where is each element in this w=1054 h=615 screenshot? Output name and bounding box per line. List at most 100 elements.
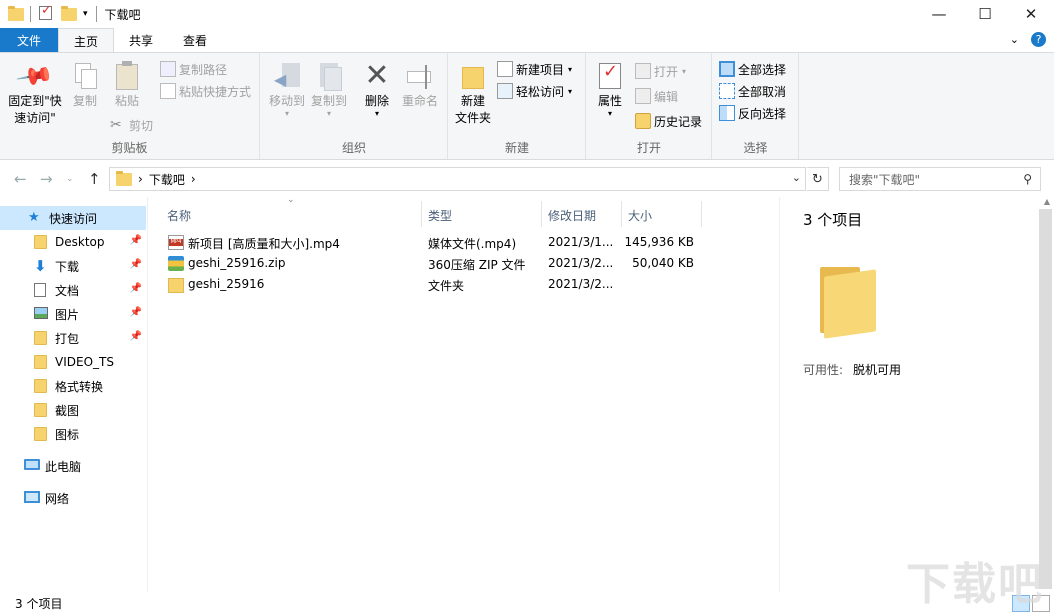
- breadcrumb[interactable]: 下载吧: [149, 171, 185, 188]
- tab-home[interactable]: 主页: [58, 28, 115, 53]
- scrollbar-thumb[interactable]: [1039, 209, 1052, 589]
- select-all-button[interactable]: 全部选择: [719, 58, 786, 80]
- search-input[interactable]: 搜索"下载吧" ⚲: [839, 167, 1041, 191]
- network-icon: [24, 491, 40, 505]
- copy-path-label: 复制路径: [179, 62, 228, 77]
- move-to-button[interactable]: ◀ 移动到 ▾: [267, 57, 307, 118]
- column-header-name[interactable]: 名称: [167, 205, 191, 225]
- file-name: geshi_25916: [188, 277, 265, 291]
- up-arrow-icon[interactable]: ↑: [88, 170, 101, 188]
- select-none-button[interactable]: 全部取消: [719, 80, 786, 102]
- delete-button[interactable]: ✕ 删除 ▾: [361, 57, 393, 118]
- organize-group: ◀ 移动到 ▾ 复制到 ▾ ✕ 删除 ▾ 重命名 组织: [261, 53, 448, 159]
- nav-this-pc[interactable]: 此电脑: [0, 454, 146, 478]
- back-arrow-icon[interactable]: ←: [14, 170, 27, 188]
- breadcrumb-separator-icon[interactable]: ›: [191, 172, 196, 186]
- breadcrumb-separator-icon[interactable]: ›: [138, 172, 143, 186]
- select-none-label: 全部取消: [738, 84, 787, 99]
- nav-item-folder[interactable]: 打包 📌: [0, 326, 146, 350]
- paste-shortcut-button[interactable]: 粘贴快捷方式: [160, 80, 251, 102]
- pin-quick-access-button[interactable]: 📌 固定到"快 速访问": [6, 56, 64, 127]
- new-group-label: 新建: [504, 141, 529, 155]
- pin-icon[interactable]: 📌: [130, 283, 142, 294]
- select-none-icon: [719, 83, 735, 99]
- tab-file[interactable]: 文件: [0, 28, 59, 52]
- nav-network[interactable]: 网络: [0, 486, 146, 510]
- picture-icon: [34, 307, 50, 321]
- new-folder-button[interactable]: 新建 文件夹: [453, 57, 493, 127]
- collapse-ribbon-icon[interactable]: ⌄: [1010, 33, 1019, 46]
- forward-arrow-icon[interactable]: →: [40, 170, 53, 188]
- cut-button[interactable]: ✂ 剪切: [110, 114, 153, 136]
- delete-x-icon: ✕: [364, 58, 390, 93]
- paste-button[interactable]: 粘贴: [108, 57, 146, 110]
- easy-access-button[interactable]: 轻松访问 ▾: [497, 80, 572, 102]
- pin-icon[interactable]: 📌: [130, 331, 142, 342]
- pin-icon[interactable]: 📌: [130, 259, 142, 270]
- nav-item-folder[interactable]: 截图: [0, 398, 146, 422]
- edit-button[interactable]: 编辑: [635, 85, 678, 107]
- properties-button[interactable]: ✓ 属性 ▾: [593, 57, 627, 118]
- address-bar[interactable]: › 下载吧 › ⌄: [109, 167, 806, 191]
- rename-button[interactable]: 重命名: [399, 57, 441, 110]
- column-divider[interactable]: [621, 201, 622, 227]
- column-divider[interactable]: [541, 201, 542, 227]
- minimize-button[interactable]: —: [916, 0, 962, 28]
- copy-button[interactable]: 复制: [68, 57, 102, 110]
- scrollbar[interactable]: ▲: [1037, 197, 1054, 592]
- nav-item-folder[interactable]: VIDEO_TS: [0, 350, 146, 374]
- tab-view[interactable]: 查看: [168, 28, 222, 52]
- paste-label: 粘贴: [114, 94, 139, 108]
- copy-to-button[interactable]: 复制到 ▾: [309, 57, 349, 118]
- invert-selection-button[interactable]: 反向选择: [719, 102, 786, 124]
- details-view-button[interactable]: [1012, 595, 1030, 612]
- large-icons-view-button[interactable]: [1032, 595, 1050, 612]
- nav-item-folder[interactable]: 格式转换: [0, 374, 146, 398]
- nav-item-label: VIDEO_TS: [55, 355, 114, 369]
- pin-icon[interactable]: 📌: [130, 235, 142, 246]
- help-icon[interactable]: ?: [1031, 32, 1046, 47]
- history-button[interactable]: 历史记录: [635, 110, 702, 132]
- delete-label: 删除: [364, 94, 389, 108]
- refresh-button[interactable]: ↻: [807, 167, 829, 191]
- table-row[interactable]: geshi_25916.zip 360压缩 ZIP 文件 2021/3/2...…: [164, 253, 704, 274]
- paste-shortcut-label: 粘贴快捷方式: [179, 84, 252, 99]
- column-header-type[interactable]: 类型: [428, 205, 452, 225]
- address-history-dropdown-icon[interactable]: ⌄: [792, 171, 801, 184]
- ribbon-tabs: 文件 主页 共享 查看 ⌄ ?: [0, 28, 1054, 53]
- properties-check-icon[interactable]: [39, 6, 55, 22]
- new-item-button[interactable]: 新建项目 ▾: [497, 58, 572, 80]
- nav-item-pictures[interactable]: 图片 📌: [0, 302, 146, 326]
- maximize-button[interactable]: ☐: [962, 0, 1008, 28]
- new-folder-quick-icon[interactable]: [61, 6, 77, 22]
- close-button[interactable]: ✕: [1008, 0, 1054, 28]
- column-divider[interactable]: [701, 201, 702, 227]
- search-placeholder: 搜索"下载吧": [849, 172, 921, 187]
- table-row[interactable]: 新项目 [高质量和大小].mp4 媒体文件(.mp4) 2021/3/1... …: [164, 232, 704, 253]
- pin-icon[interactable]: 📌: [130, 307, 142, 318]
- copy-icon: [70, 61, 100, 91]
- zip-archive-icon: [168, 256, 184, 271]
- customize-dropdown-icon[interactable]: ▾: [83, 9, 88, 19]
- large-folder-icon: [820, 267, 876, 339]
- nav-item-downloads[interactable]: ⬇ 下载 📌: [0, 254, 146, 278]
- column-divider[interactable]: [421, 201, 422, 227]
- scissors-icon: ✂: [110, 117, 122, 133]
- nav-quick-access[interactable]: ★ 快速访问: [0, 206, 146, 230]
- nav-item-desktop[interactable]: Desktop 📌: [0, 230, 146, 254]
- copy-label: 复制: [72, 94, 97, 108]
- recent-locations-icon[interactable]: ⌄: [66, 174, 74, 184]
- column-header-size[interactable]: 大小: [628, 205, 652, 225]
- nav-item-documents[interactable]: 文档 📌: [0, 278, 146, 302]
- copy-path-button[interactable]: 复制路径: [160, 58, 227, 80]
- open-button[interactable]: 打开 ▾: [635, 60, 686, 82]
- folder-icon: [168, 278, 184, 293]
- nav-item-folder[interactable]: 图标: [0, 422, 146, 446]
- tab-share[interactable]: 共享: [114, 28, 168, 52]
- computer-icon: [24, 459, 40, 473]
- file-modified: 2021/3/1...: [548, 235, 614, 249]
- column-header-modified[interactable]: 修改日期: [548, 205, 596, 225]
- nav-item-label: 格式转换: [55, 379, 104, 394]
- scroll-up-icon[interactable]: ▲: [1044, 197, 1050, 206]
- table-row[interactable]: geshi_25916 文件夹 2021/3/2...: [164, 274, 704, 295]
